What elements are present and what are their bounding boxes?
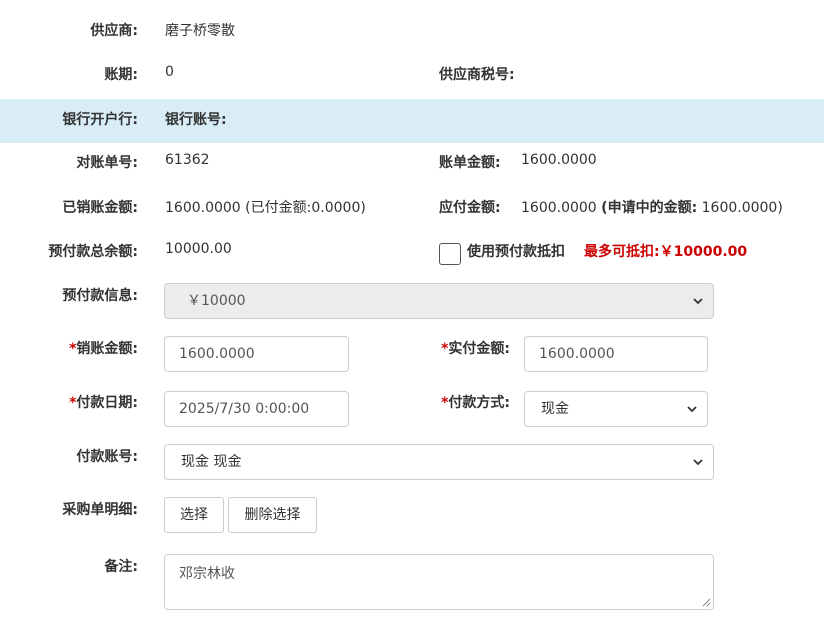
chevron-down-icon [687, 406, 697, 413]
actual-amount-label-text: 实付金额: [448, 341, 510, 357]
pay-method-select[interactable]: 现金 [524, 391, 708, 427]
delete-selection-button[interactable]: 删除选择 [228, 497, 317, 533]
written-off-value: 1600.0000 (已付金额:0.0000) [165, 197, 366, 217]
pay-account-selected: 现金 现金 [181, 454, 242, 470]
statement-no-label: 对账单号: [76, 155, 138, 171]
use-prepaid-label[interactable]: 使用预付款抵扣 [467, 241, 565, 261]
pay-method-label: *付款方式: [441, 392, 510, 412]
resize-grip-icon[interactable] [702, 598, 711, 607]
prepaid-balance-label: 预付款总余额: [48, 244, 138, 260]
pay-method-label-text: 付款方式: [448, 395, 510, 411]
supplier-tax-no-label: 供应商税号: [439, 67, 515, 83]
account-period-label: 账期: [104, 67, 138, 83]
written-off-label: 已销账金额: [62, 200, 138, 216]
written-off-amount: 1600.0000 [165, 200, 241, 216]
pay-account-label: 付款账号: [76, 449, 138, 465]
pending-prefix: (申请中的金额: [601, 200, 698, 216]
pending-suffix: ) [777, 200, 783, 216]
prepaid-info-select[interactable]: ￥10000 [164, 283, 714, 319]
po-detail-label: 采购单明细: [62, 502, 138, 518]
payable-value: 1600.0000 (申请中的金额: 1600.0000) [521, 197, 783, 217]
pay-date-label-text: 付款日期: [76, 395, 138, 411]
payable-label: 应付金额: [439, 200, 501, 216]
pay-date-input[interactable]: 2025/7/30 0:00:00 [164, 391, 349, 427]
writeoff-amount-label-text: 销账金额: [76, 341, 138, 357]
chevron-down-icon [693, 298, 703, 305]
prepaid-info-selected: ￥10000 [187, 293, 246, 309]
bank-label: 银行开户行: [62, 112, 138, 128]
actual-amount-label: *实付金额: [441, 338, 510, 358]
payable-amount: 1600.0000 [521, 200, 597, 216]
pay-account-select[interactable]: 现金 现金 [164, 444, 714, 480]
account-period-value: 0 [165, 64, 174, 80]
statement-no-value: 61362 [165, 152, 210, 168]
remark-value: 邓宗林收 [179, 566, 235, 582]
bill-amount-label: 账单金额: [439, 155, 501, 171]
supplier-value: 磨子桥零散 [165, 23, 235, 39]
bank-account-label: 银行账号: [165, 112, 227, 128]
prepaid-info-label: 预付款信息: [62, 288, 138, 304]
paid-value: 0.0000 [311, 200, 361, 216]
actual-amount-input[interactable]: 1600.0000 [524, 336, 708, 372]
use-prepaid-checkbox[interactable] [439, 243, 461, 265]
writeoff-amount-input[interactable]: 1600.0000 [164, 336, 349, 372]
writeoff-amount-label: *销账金额: [69, 338, 138, 358]
pending-value: 1600.0000 [701, 200, 778, 216]
remark-label: 备注: [104, 559, 138, 575]
prepaid-balance-value: 10000.00 [165, 241, 232, 257]
max-deduct-value: ￥10000.00 [659, 244, 748, 260]
paid-suffix: ) [360, 200, 366, 216]
pay-date-label: *付款日期: [69, 392, 138, 412]
bill-amount-value: 1600.0000 [521, 152, 597, 168]
chevron-down-icon [693, 459, 703, 466]
max-deduct: 最多可抵扣:￥10000.00 [584, 241, 747, 261]
supplier-label: 供应商: [90, 23, 138, 39]
remark-textarea[interactable]: 邓宗林收 [164, 554, 714, 610]
paid-prefix: (已付金额: [245, 200, 312, 216]
select-button[interactable]: 选择 [164, 497, 224, 533]
max-deduct-label: 最多可抵扣: [584, 244, 660, 260]
pay-method-selected: 现金 [541, 401, 569, 417]
